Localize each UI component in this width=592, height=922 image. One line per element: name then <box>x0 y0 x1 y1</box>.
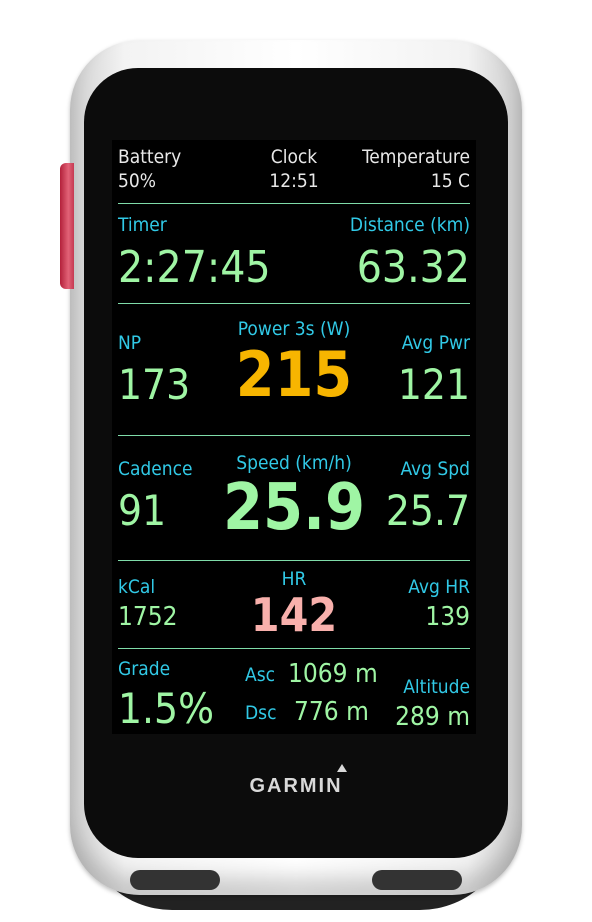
np-value: 173 <box>118 360 191 409</box>
start-stop-button[interactable] <box>372 870 462 890</box>
battery-value: 50% <box>118 170 156 192</box>
np-label: NP <box>118 332 142 354</box>
altitude-value: 289 m <box>395 702 470 732</box>
lap-button[interactable] <box>130 870 220 890</box>
avg-power-value: 121 <box>397 360 470 409</box>
descent-label: Dsc <box>245 702 277 724</box>
divider <box>118 303 470 304</box>
clock-value: 12:51 <box>269 170 319 192</box>
power3s-value: 215 <box>235 338 353 411</box>
hr-value: 142 <box>250 588 338 642</box>
bottom-buttons <box>130 870 462 892</box>
power3s-label: Power 3s (W) <box>237 318 351 340</box>
altitude-label: Altitude <box>403 676 470 698</box>
avg-hr-label: Avg HR <box>408 576 470 598</box>
cadence-label: Cadence <box>118 458 193 480</box>
ascent-label: Asc <box>245 664 275 686</box>
divider <box>118 435 470 436</box>
timer-label: Timer <box>118 214 167 236</box>
kcal-label: kCal <box>118 576 156 598</box>
grade-value: 1.5% <box>118 684 214 733</box>
avg-speed-label: Avg Spd <box>400 458 470 480</box>
distance-label: Distance (km) <box>349 214 470 236</box>
divider <box>118 648 470 649</box>
hr-label: HR <box>281 568 307 590</box>
kcal-value: 1752 <box>118 602 178 632</box>
avg-hr-value: 139 <box>425 602 470 632</box>
distance-value: 63.32 <box>356 242 470 293</box>
grade-label: Grade <box>118 658 171 680</box>
cadence-value: 91 <box>118 486 167 535</box>
timer-value: 2:27:45 <box>118 242 271 293</box>
side-power-button[interactable] <box>60 163 74 289</box>
temperature-label: Temperature <box>362 146 470 168</box>
divider <box>118 560 470 561</box>
data-screen: Battery 50% Clock 12:51 Temperature 15 C… <box>112 140 476 734</box>
descent-value: 776 m <box>294 697 369 727</box>
avg-speed-value: 25.7 <box>385 486 470 535</box>
garmin-logo-triangle-icon <box>337 764 347 772</box>
clock-label: Clock <box>270 146 318 168</box>
divider <box>118 203 470 204</box>
battery-label: Battery <box>118 146 182 168</box>
avg-power-label: Avg Pwr <box>401 332 470 354</box>
garmin-logo: GARMIN <box>249 775 343 797</box>
speed-value: 25.9 <box>222 471 366 545</box>
temperature-value: 15 C <box>430 170 470 192</box>
